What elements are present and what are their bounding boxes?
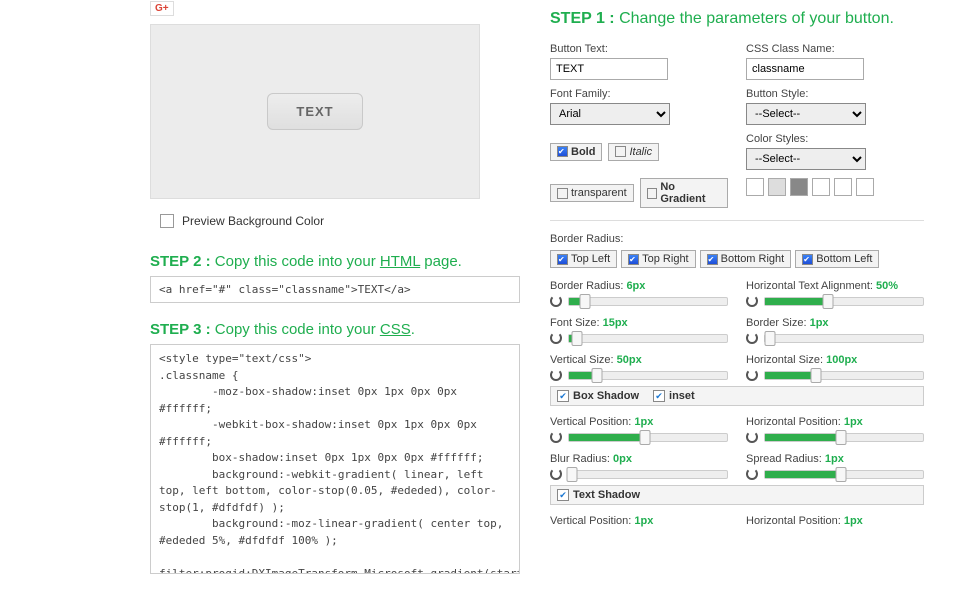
css-class-input[interactable] xyxy=(746,58,864,80)
button-style-label: Button Style: xyxy=(746,88,924,100)
corner-bl[interactable]: Bottom Left xyxy=(795,250,879,268)
slider-track[interactable] xyxy=(568,371,728,380)
preview-area: TEXT xyxy=(150,24,480,199)
text-shadow-checkbox[interactable] xyxy=(557,489,569,501)
step2-heading: STEP 2 : Copy this code into your HTML p… xyxy=(150,253,520,270)
slider-track[interactable] xyxy=(568,470,728,479)
slider: Horizontal Size: 100px xyxy=(746,354,924,381)
spinner-icon xyxy=(746,369,758,381)
css-class-label: CSS Class Name: xyxy=(746,43,924,55)
slider-track[interactable] xyxy=(764,297,924,306)
inset-checkbox[interactable] xyxy=(653,390,665,402)
slider-track[interactable] xyxy=(764,371,924,380)
step3-heading: STEP 3 : Copy this code into your CSS. xyxy=(150,321,520,338)
slider: Blur Radius: 0px xyxy=(550,453,728,480)
slider: Border Radius: 6px xyxy=(550,280,728,307)
preview-bg-checkbox[interactable] xyxy=(160,214,174,228)
spinner-icon xyxy=(550,431,562,443)
slider: Border Size: 1px xyxy=(746,317,924,344)
spinner-icon xyxy=(746,431,758,443)
corner-br[interactable]: Bottom Right xyxy=(700,250,792,268)
slider: Horizontal Position: 1px xyxy=(746,416,924,443)
box-shadow-checkbox[interactable] xyxy=(557,390,569,402)
step2-code[interactable]: <a href="#" class="classname">TEXT</a> xyxy=(150,276,520,303)
button-text-input[interactable] xyxy=(550,58,668,80)
swatch[interactable] xyxy=(834,178,852,196)
color-styles-label: Color Styles: xyxy=(746,133,924,145)
spinner-icon xyxy=(746,295,758,307)
color-styles-select[interactable]: --Select-- xyxy=(746,148,866,170)
spinner-icon xyxy=(550,295,562,307)
spinner-icon xyxy=(746,332,758,344)
slider: Horizontal Text Alignment: 50% xyxy=(746,280,924,307)
swatch[interactable] xyxy=(812,178,830,196)
step1-heading: STEP 1 : Change the parameters of your b… xyxy=(550,10,924,28)
color-swatches xyxy=(746,178,924,208)
slider: Vertical Position: 1px xyxy=(550,416,728,443)
slider-track[interactable] xyxy=(568,297,728,306)
spinner-icon xyxy=(550,468,562,480)
italic-toggle[interactable]: Italic xyxy=(608,143,659,161)
slider-track[interactable] xyxy=(764,433,924,442)
spinner-icon xyxy=(550,369,562,381)
button-style-select[interactable]: --Select-- xyxy=(746,103,866,125)
swatch[interactable] xyxy=(790,178,808,196)
swatch[interactable] xyxy=(746,178,764,196)
slider-track[interactable] xyxy=(764,334,924,343)
corner-tr[interactable]: Top Right xyxy=(621,250,695,268)
slider: Font Size: 15px xyxy=(550,317,728,344)
box-shadow-section: Box Shadow inset xyxy=(550,386,924,406)
html-link[interactable]: HTML xyxy=(380,253,420,270)
bold-toggle[interactable]: Bold xyxy=(550,143,602,161)
preview-bg-label: Preview Background Color xyxy=(182,214,324,228)
no-gradient-toggle[interactable]: No Gradient xyxy=(640,178,728,208)
font-family-select[interactable]: Arial xyxy=(550,103,670,125)
swatch[interactable] xyxy=(768,178,786,196)
corner-tl[interactable]: Top Left xyxy=(550,250,617,268)
slider-track[interactable] xyxy=(568,433,728,442)
spinner-icon xyxy=(746,468,758,480)
preview-button[interactable]: TEXT xyxy=(267,93,362,130)
spinner-icon xyxy=(550,332,562,344)
font-family-label: Font Family: xyxy=(550,88,728,100)
slider-track[interactable] xyxy=(764,470,924,479)
border-radius-label: Border Radius: xyxy=(550,233,924,245)
slider: Vertical Size: 50px xyxy=(550,354,728,381)
slider-track[interactable] xyxy=(568,334,728,343)
step3-code[interactable]: <style type="text/css"> .classname { -mo… xyxy=(150,344,520,574)
transparent-toggle[interactable]: transparent xyxy=(550,184,634,202)
button-text-label: Button Text: xyxy=(550,43,728,55)
gplus-badge[interactable]: G+ xyxy=(150,1,174,16)
css-link[interactable]: CSS xyxy=(380,321,411,338)
swatch[interactable] xyxy=(856,178,874,196)
text-shadow-section: Text Shadow xyxy=(550,485,924,505)
slider: Spread Radius: 1px xyxy=(746,453,924,480)
